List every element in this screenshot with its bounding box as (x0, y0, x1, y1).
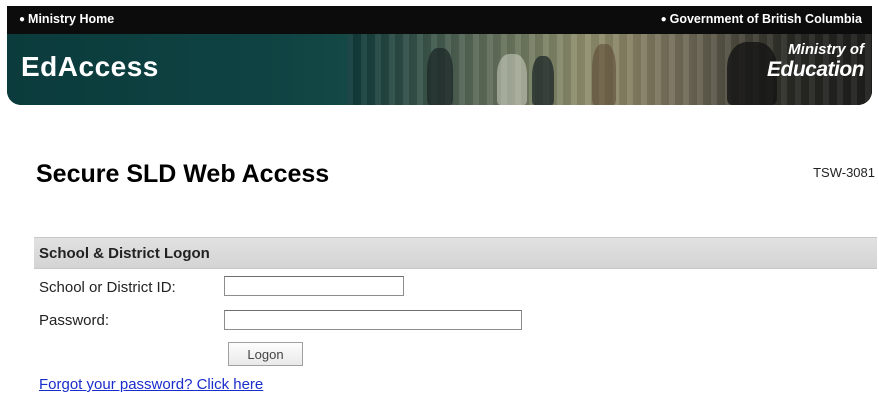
password-input[interactable] (224, 310, 522, 330)
bullet-icon: ● (19, 14, 26, 25)
forgot-password-link[interactable]: Forgot your password? Click here (39, 376, 263, 393)
gov-bc-label: Government of British Columbia (669, 12, 862, 26)
bullet-icon: ● (660, 14, 667, 25)
gov-bc-link[interactable]: ● Government of British Columbia (661, 12, 862, 26)
page-title: Secure SLD Web Access (36, 160, 330, 188)
top-nav-bar: ● Ministry Home ● Government of British Co… (7, 6, 872, 34)
district-id-input[interactable] (224, 276, 404, 296)
app-title: EdAccess (21, 51, 159, 82)
logon-panel: School & District Logon School or Distri… (34, 237, 877, 398)
logon-button[interactable]: Logon (228, 342, 303, 366)
ministry-home-label: Ministry Home (28, 12, 115, 26)
password-label: Password: (39, 312, 110, 329)
district-id-label: School or District ID: (39, 279, 176, 296)
header-banner: ● Ministry Home ● Government of British Co… (7, 6, 872, 105)
logon-panel-header: School & District Logon (34, 237, 877, 269)
page-code: TSW-3081 (813, 165, 875, 180)
ministry-of-education-logo: Ministry of Education (744, 38, 865, 100)
logon-panel-title: School & District Logon (39, 245, 210, 262)
logo-line-1: Ministry of (788, 41, 864, 58)
ministry-home-link[interactable]: ● Ministry Home (19, 12, 114, 26)
logo-line-2: Education (766, 58, 865, 81)
